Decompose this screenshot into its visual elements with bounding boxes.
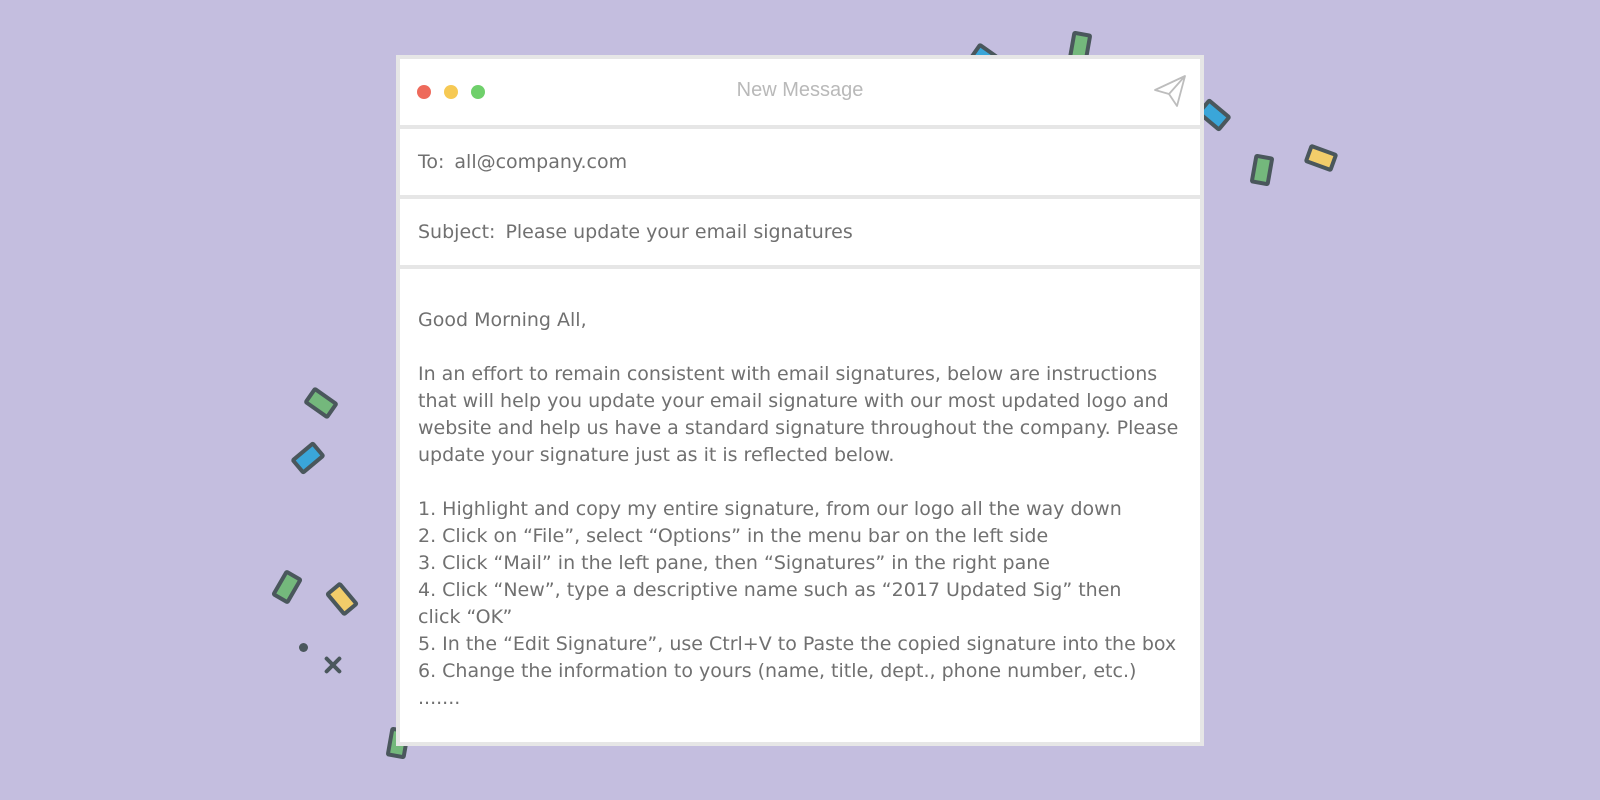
- confetti-piece: [1249, 153, 1275, 187]
- confetti-cross: [322, 654, 344, 676]
- new-message-window: New Message To: all@company.com Subject:…: [396, 55, 1204, 746]
- subject-label: Subject:: [418, 221, 496, 243]
- step-item: 4. Click “New”, type a descriptive name …: [418, 579, 1122, 628]
- paper-plane-icon[interactable]: [1152, 73, 1188, 109]
- step-item: 2. Click on “File”, select “Options” in …: [418, 525, 1049, 547]
- message-body[interactable]: Good Morning All, In an effort to remain…: [400, 269, 1200, 742]
- step-item: 3. Click “Mail” in the left pane, then “…: [418, 552, 1050, 574]
- confetti-piece: [324, 581, 360, 617]
- window-title: New Message: [736, 79, 864, 101]
- to-value[interactable]: all@company.com: [454, 151, 627, 173]
- step-item: 5. In the “Edit Signature”, use Ctrl+V t…: [418, 633, 1177, 655]
- confetti-dot: [299, 643, 308, 652]
- to-field[interactable]: To: all@company.com: [400, 129, 1200, 195]
- greeting-text: Good Morning All,: [418, 309, 587, 331]
- subject-field[interactable]: Subject: Please update your email signat…: [400, 199, 1200, 265]
- confetti-piece: [270, 569, 304, 605]
- step-item: 1. Highlight and copy my entire signatur…: [418, 498, 1122, 520]
- ellipsis-text: .......: [418, 687, 461, 709]
- subject-value[interactable]: Please update your email signatures: [505, 221, 852, 243]
- to-label: To:: [418, 151, 445, 173]
- intro-paragraph: In an effort to remain consistent with e…: [418, 363, 1179, 466]
- confetti-piece: [1303, 143, 1339, 173]
- step-item: 6. Change the information to yours (name…: [418, 660, 1137, 682]
- confetti-piece: [290, 440, 326, 476]
- confetti-piece: [302, 386, 340, 420]
- window-titlebar: New Message: [400, 59, 1200, 125]
